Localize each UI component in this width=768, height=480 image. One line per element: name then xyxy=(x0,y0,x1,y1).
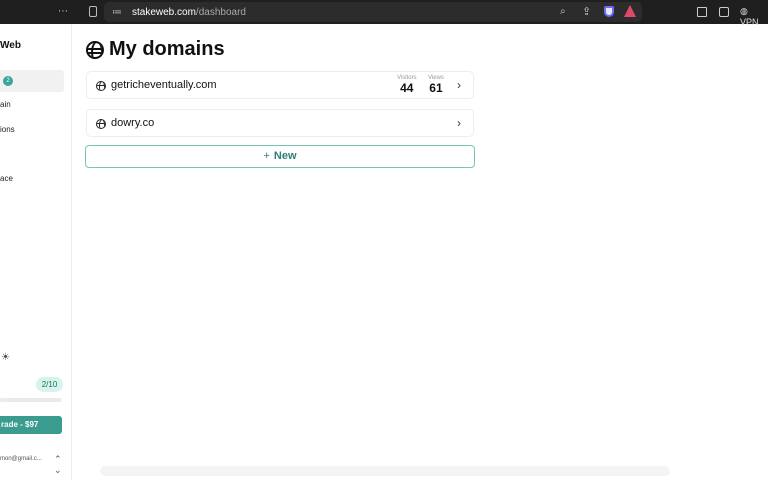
sidebar: Web 2 ain ions ace ☀ 2/10 rade - $97 mon… xyxy=(0,24,72,480)
zoom-icon[interactable]: ⌕ xyxy=(560,6,566,17)
chevron-right-icon[interactable]: › xyxy=(457,116,461,130)
address-bar[interactable]: ≔ stakeweb.com/dashboard ⌕ ⇪ xyxy=(104,2,642,22)
globe-icon xyxy=(96,81,106,91)
visitors-value: 44 xyxy=(400,81,414,95)
new-domain-button[interactable]: + New xyxy=(85,145,475,168)
domain-card[interactable]: dowry.co › xyxy=(86,109,474,137)
sidebar-item-options[interactable]: ions xyxy=(0,118,64,140)
sidebar-item-label: ions xyxy=(0,124,15,134)
chevron-updown-icon[interactable]: ⌃ ⌄ xyxy=(54,454,62,476)
upgrade-button[interactable]: rade - $97 xyxy=(0,416,62,434)
sun-icon[interactable]: ☀ xyxy=(1,352,10,363)
domain-name: getricheventually.com xyxy=(111,79,217,91)
page-title: My domains xyxy=(86,38,225,61)
url-path: /dashboard xyxy=(195,6,246,18)
views-stat: Views 61 xyxy=(428,75,444,95)
usage-badge: 2/10 xyxy=(36,377,63,392)
sidebar-item-label: ace xyxy=(0,173,13,183)
share-icon[interactable]: ⇪ xyxy=(582,5,591,18)
sidebar-item-label: ain xyxy=(0,99,11,109)
tune-icon[interactable]: ≔ xyxy=(112,7,126,18)
usage-bar xyxy=(0,398,62,402)
domain-name: dowry.co xyxy=(111,117,155,129)
sidebar-toggle-icon[interactable] xyxy=(89,6,97,17)
globe-icon: ◍ xyxy=(740,6,748,16)
domain-card[interactable]: getricheventually.com Visitors 44 Views … xyxy=(86,71,474,99)
browser-toolbar: ⋯ ≔ stakeweb.com/dashboard ⌕ ⇪ ◍ VPN xyxy=(0,0,768,27)
new-label: New xyxy=(273,150,297,162)
globe-icon xyxy=(96,119,106,129)
url-host: stakeweb.com xyxy=(132,6,196,18)
shield-icon[interactable] xyxy=(604,6,614,17)
account-email[interactable]: mon@gmail.c... xyxy=(0,456,42,462)
bottom-shadow xyxy=(100,466,670,476)
triangle-icon[interactable] xyxy=(624,5,636,17)
globe-icon xyxy=(86,40,104,59)
brand-name[interactable]: Web xyxy=(0,40,21,51)
main-content: My domains getricheventually.com Visitor… xyxy=(72,24,768,480)
sidebar-item-dashboard[interactable]: 2 xyxy=(0,70,64,92)
wallet-icon[interactable] xyxy=(719,7,729,17)
panel-icon[interactable] xyxy=(697,7,707,17)
menu-dots-icon[interactable]: ⋯ xyxy=(58,6,70,18)
plus-icon: + xyxy=(263,150,270,162)
sidebar-item-domain[interactable]: ain xyxy=(0,93,64,115)
sidebar-item-marketplace[interactable]: ace xyxy=(0,167,64,189)
views-value: 61 xyxy=(429,81,443,95)
nav-badge: 2 xyxy=(3,76,13,86)
visitors-stat: Visitors 44 xyxy=(397,75,417,95)
chevron-right-icon[interactable]: › xyxy=(457,78,461,92)
